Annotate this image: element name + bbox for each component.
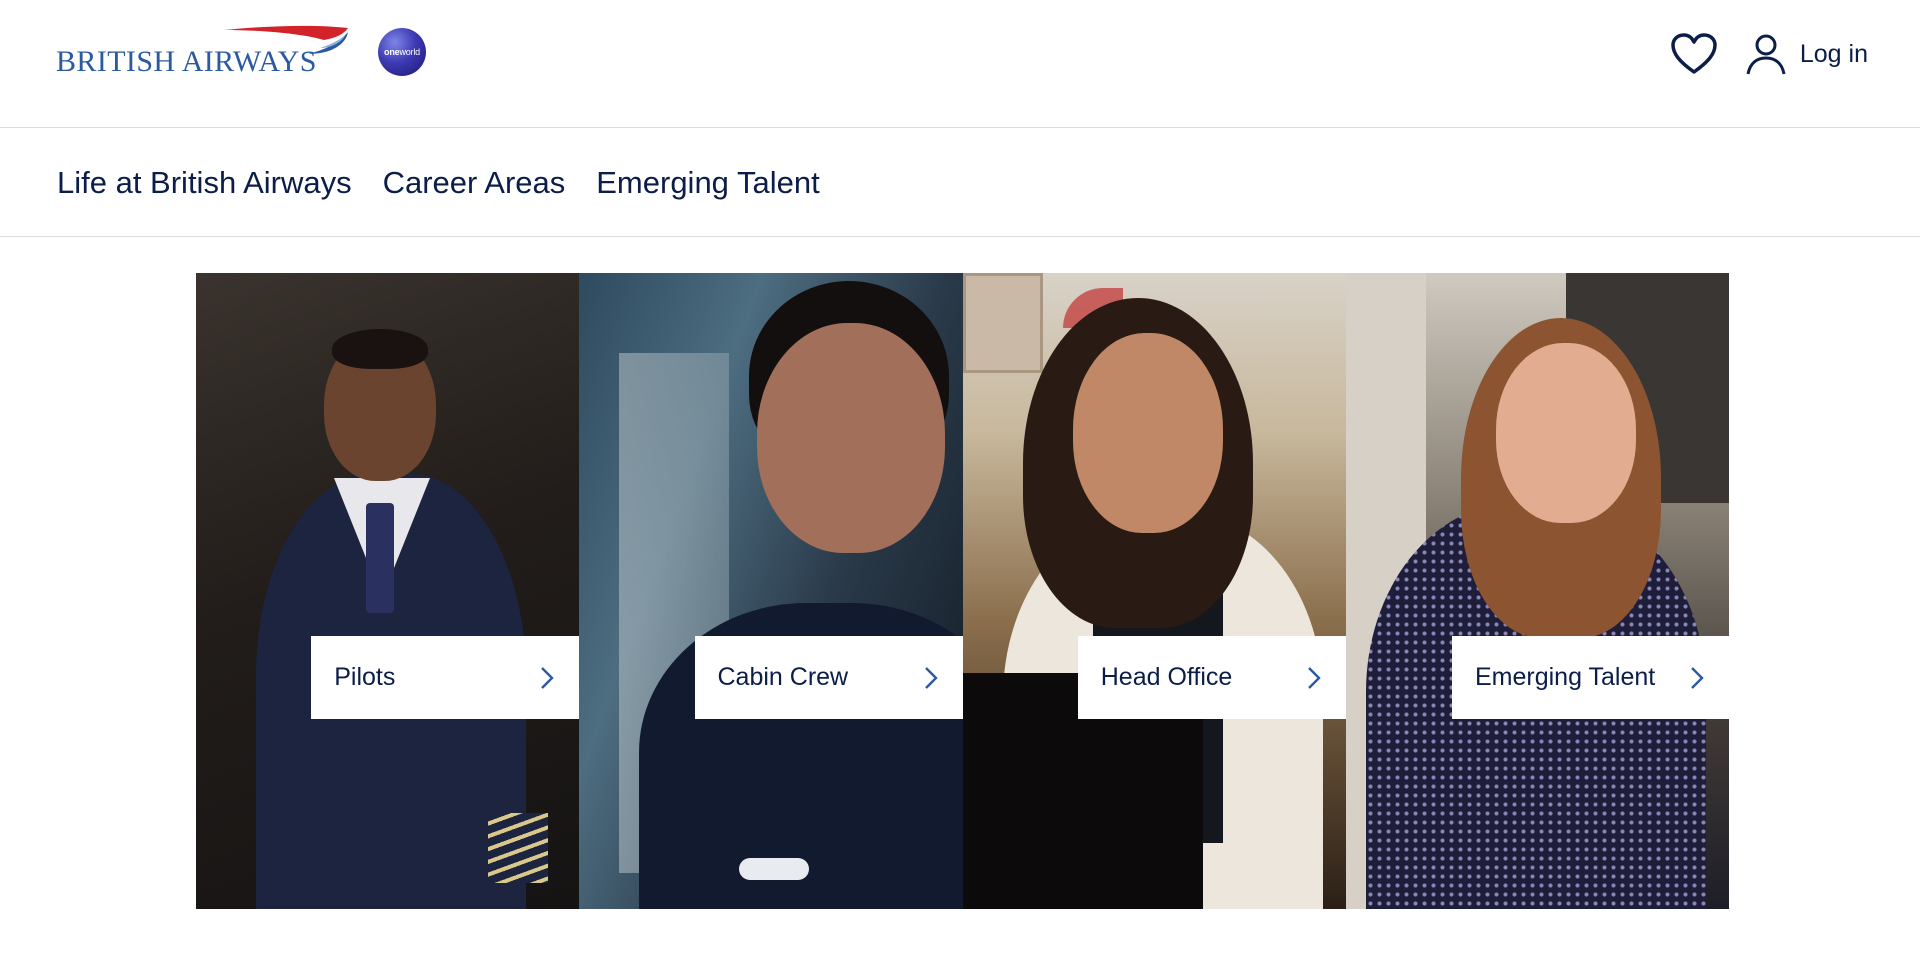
chevron-right-icon [1691,667,1704,689]
card-emerging-talent[interactable]: Emerging Talent [1345,273,1729,909]
card-label-pilots[interactable]: Pilots [311,636,580,719]
header-actions: Log in [1670,30,1868,78]
login-link[interactable]: Log in [1800,40,1868,69]
chevron-right-icon [541,667,554,689]
nav-item-emerging-talent[interactable]: Emerging Talent [596,165,819,201]
speedmarque-icon [224,25,348,54]
card-label-emerging-talent[interactable]: Emerging Talent [1452,636,1729,719]
nav-item-career-areas[interactable]: Career Areas [383,165,566,201]
career-area-cards: Pilots Cabin Crew Head Office Emerging T… [196,273,1729,909]
card-title: Head Office [1100,663,1233,691]
head-office-photo [962,273,1346,909]
emerging-talent-photo [1345,273,1729,909]
main-nav: Life at British Airways Career Areas Eme… [0,129,1920,237]
card-title: Emerging Talent [1475,663,1656,691]
card-label-cabin-crew[interactable]: Cabin Crew [694,636,963,719]
card-pilots[interactable]: Pilots [196,273,580,909]
pilot-photo [196,273,580,909]
user-icon[interactable] [1744,32,1788,76]
cabin-crew-photo [579,273,963,909]
chevron-right-icon [924,667,938,689]
site-header: BRITISH AIRWAYS one world Log in [0,0,1920,128]
oneworld-logo: one world [378,28,426,76]
card-title: Cabin Crew [717,663,849,691]
card-label-head-office[interactable]: Head Office [1077,636,1346,719]
heart-icon[interactable] [1670,32,1718,76]
card-cabin-crew[interactable]: Cabin Crew [579,273,963,909]
british-airways-logo[interactable]: BRITISH AIRWAYS [56,24,348,80]
chevron-right-icon [1307,667,1321,689]
card-head-office[interactable]: Head Office [962,273,1346,909]
nav-item-life-at-british-airways[interactable]: Life at British Airways [57,165,352,201]
card-title: Pilots [334,663,396,691]
